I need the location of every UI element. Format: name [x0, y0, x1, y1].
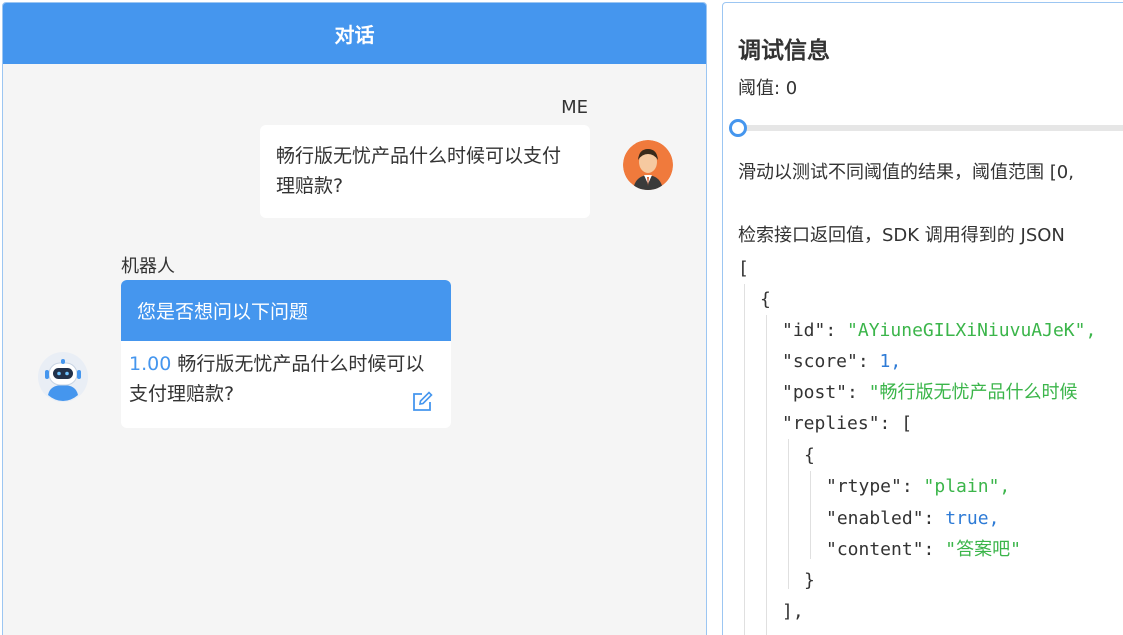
json-key: "replies" — [782, 413, 880, 434]
json-bracket: ], — [782, 601, 804, 622]
me-label: ME — [561, 97, 588, 118]
json-colon: : — [879, 413, 902, 434]
me-message-bubble: 畅行版无忧产品什么时候可以支付理赔款? — [260, 125, 590, 218]
debug-title: 调试信息 — [738, 38, 830, 64]
json-line: { — [804, 440, 815, 471]
json-key: "post" — [782, 382, 848, 403]
json-brace: { — [804, 445, 815, 466]
json-line: "id": "AYiuneGILXiNiuvuAJeK", — [782, 315, 1096, 346]
json-colon: : — [825, 320, 848, 341]
indent-guide — [810, 471, 811, 559]
suggestion-text: 畅行版无忧产品什么时候可以支付理赔款? — [129, 353, 425, 405]
debug-panel: 调试信息 阈值: 0 滑动以测试不同阈值的结果，阈值范围 [0, 检索接口返回值… — [722, 2, 1123, 635]
json-key: "score" — [782, 351, 858, 372]
json-line: } — [804, 565, 815, 596]
indent-guide — [788, 439, 789, 589]
json-line: "enabled": true, — [826, 503, 999, 534]
json-number: 1, — [879, 351, 902, 372]
json-brace: { — [760, 289, 771, 310]
json-line: ], — [782, 596, 804, 627]
json-colon: : — [923, 508, 946, 529]
json-boolean: true, — [945, 508, 1000, 529]
json-line: [ — [738, 253, 749, 284]
json-string: "AYiuneGILXiNiuvuAJeK", — [847, 320, 1097, 341]
api-description: 检索接口返回值，SDK 调用得到的 JSON — [738, 225, 1065, 246]
json-colon: : — [857, 351, 880, 372]
json-colon: : — [923, 539, 946, 560]
json-key: "content" — [826, 539, 924, 560]
threshold-slider-handle[interactable] — [729, 119, 747, 137]
json-string: "plain", — [923, 476, 1011, 497]
json-colon: : — [901, 476, 924, 497]
json-line: "rtype": "plain", — [826, 471, 1010, 502]
json-line: "score": 1, — [782, 346, 901, 377]
json-bracket: [ — [738, 258, 749, 279]
json-string: "畅行版无忧产品什么时候 — [868, 382, 1078, 403]
json-brace: } — [804, 570, 815, 591]
json-string: "答案吧" — [945, 539, 1021, 560]
chat-header: 对话 — [3, 3, 706, 64]
robot-avatar-icon — [37, 351, 89, 403]
json-key: "id" — [782, 320, 826, 341]
json-line: "content": "答案吧" — [826, 534, 1021, 565]
json-key: "enabled" — [826, 508, 924, 529]
threshold-label: 阈值: 0 — [738, 78, 798, 99]
json-colon: : — [847, 382, 869, 403]
threshold-slider-track[interactable] — [738, 125, 1123, 131]
indent-guide — [766, 315, 767, 635]
indent-guide — [744, 284, 745, 635]
json-line: "replies": [ — [782, 408, 912, 439]
suggestion-item[interactable]: 1.00 畅行版无忧产品什么时候可以支付理赔款? — [121, 341, 451, 411]
suggestion-score: 1.00 — [129, 353, 172, 375]
json-bracket: [ — [901, 413, 913, 434]
slider-hint: 滑动以测试不同阈值的结果，阈值范围 [0, — [738, 162, 1074, 183]
bot-label: 机器人 — [121, 256, 175, 277]
json-line: "post": "畅行版无忧产品什么时候 — [782, 377, 1078, 408]
json-line: { — [760, 284, 771, 315]
man-avatar-icon — [623, 140, 673, 190]
chat-panel: 对话 ME 畅行版无忧产品什么时候可以支付理赔款? 机器人 您是否想问以下问题 … — [2, 2, 707, 635]
chat-title: 对话 — [334, 23, 375, 47]
edit-icon[interactable] — [411, 391, 433, 413]
json-key: "rtype" — [826, 476, 902, 497]
bot-suggestion-card: 您是否想问以下问题 1.00 畅行版无忧产品什么时候可以支付理赔款? — [121, 280, 451, 428]
bot-card-title: 您是否想问以下问题 — [121, 280, 451, 341]
